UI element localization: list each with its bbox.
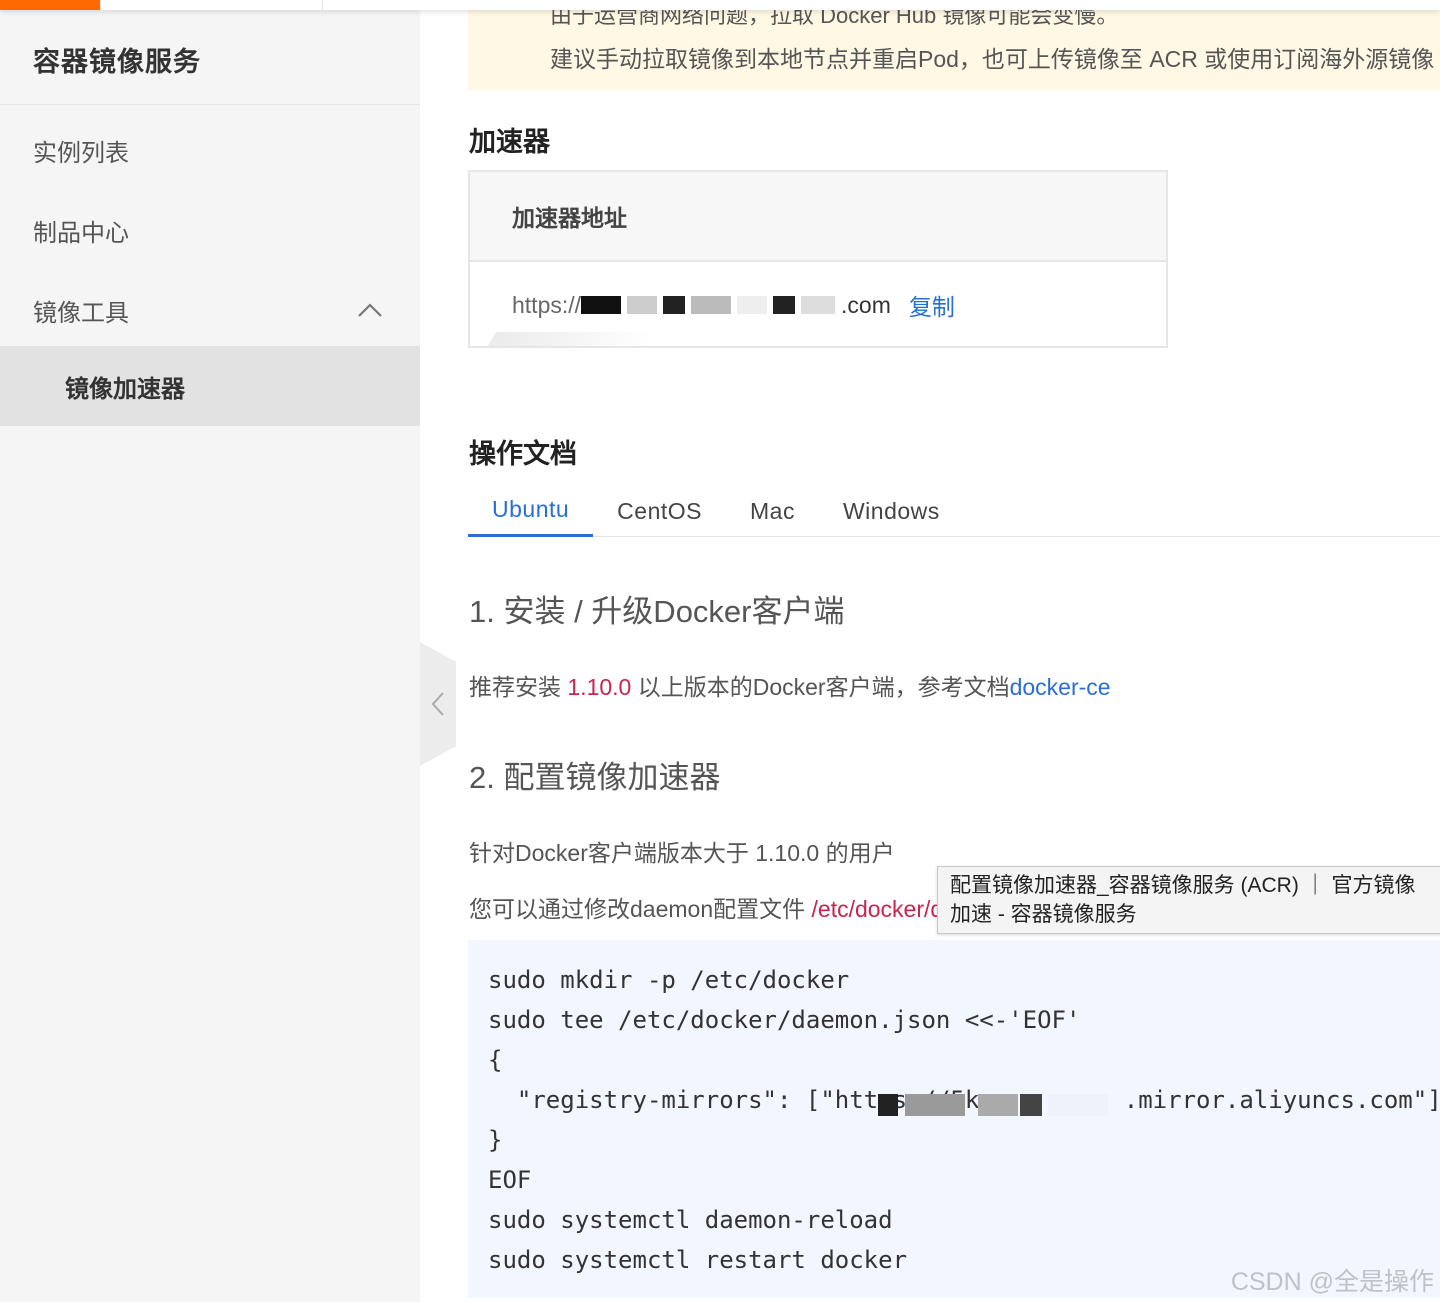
nav-separator	[100, 0, 101, 10]
tooltip-line: 加速 - 容器镜像服务	[950, 903, 1137, 926]
tab-centos[interactable]: CentOS	[593, 485, 726, 537]
sidebar-title: 容器镜像服务	[33, 47, 201, 77]
tooltip-line: 配置镜像加速器_容器镜像服务 (ACR) ｜ 官方镜像	[950, 874, 1416, 897]
code-line: sudo systemctl restart docker	[488, 1246, 908, 1274]
code-line: }	[488, 1126, 503, 1154]
top-navigation-strip	[0, 0, 1440, 10]
step2-text: 您可以通过修改daemon配置文件	[469, 896, 812, 922]
url-suffix: .com	[841, 291, 891, 318]
sidebar-item-artifact-center[interactable]: 制品中心	[0, 190, 420, 270]
tooltip: 配置镜像加速器_容器镜像服务 (ACR) ｜ 官方镜像 加速 - 容器镜像服务	[937, 866, 1440, 934]
accelerator-heading: 加速器	[469, 127, 550, 157]
redacted-mask	[1048, 1094, 1108, 1116]
sidebar: 容器镜像服务 实例列表 制品中心 镜像工具 镜像加速器	[0, 0, 420, 1302]
redacted-mask	[978, 1094, 1018, 1116]
os-tabs: Ubuntu CentOS Mac Windows	[468, 485, 1440, 537]
version-highlight: 1.10.0	[567, 674, 632, 700]
sidebar-item-image-tools[interactable]: 镜像工具	[0, 270, 420, 350]
step1-text: 推荐安装	[469, 674, 568, 700]
sidebar-item-label: 制品中心	[33, 219, 129, 247]
code-content: sudo mkdir -p /etc/docker sudo tee /etc/…	[488, 960, 1440, 1280]
chevron-up-icon[interactable]	[350, 290, 390, 330]
tab-mac[interactable]: Mac	[726, 485, 819, 537]
sidebar-item-label: 镜像加速器	[65, 375, 185, 403]
step2-text: 针对Docker客户端版本大于 1.10.0 的用户	[469, 840, 895, 866]
redacted-mask	[1020, 1094, 1042, 1116]
accelerator-table: 加速器地址 https:// .com 复制	[468, 170, 1168, 348]
redacted-mask	[905, 1094, 965, 1116]
step1-title: 1. 安装 / 升级Docker客户端	[469, 594, 845, 629]
redacted-mask	[581, 296, 622, 314]
sidebar-item-instance-list[interactable]: 实例列表	[0, 110, 420, 190]
sidebar-item-label: 实例列表	[33, 139, 129, 167]
redacted-mask	[737, 296, 768, 314]
redaction-smear	[487, 332, 657, 346]
table-header: 加速器地址	[470, 172, 1166, 262]
brand-accent-bar	[0, 0, 100, 10]
code-line: sudo tee /etc/docker/daemon.json <<-'EOF…	[488, 1006, 1081, 1034]
code-line: {	[488, 1046, 503, 1074]
redacted-mask	[663, 296, 686, 314]
tab-ubuntu[interactable]: Ubuntu	[468, 485, 594, 537]
notice-banner: 由于运营商网络问题，拉取 Docker Hub 镜像可能会变慢。 建议手动拉取镜…	[468, 0, 1440, 90]
docs-heading: 操作文档	[469, 439, 577, 469]
step1-text: 以上版本的Docker客户端，参考文档	[631, 674, 1010, 700]
code-line: sudo mkdir -p /etc/docker	[488, 966, 850, 994]
redacted-mask	[773, 296, 796, 314]
sidebar-item-label: 镜像工具	[33, 299, 129, 327]
chevron-left-icon	[431, 692, 444, 716]
redacted-mask	[691, 296, 732, 314]
watermark: CSDN @全是操作	[1230, 1268, 1434, 1296]
redacted-mask	[878, 1094, 898, 1116]
tab-windows[interactable]: Windows	[819, 485, 964, 537]
sidebar-collapse-button[interactable]	[420, 642, 456, 766]
step2-title: 2. 配置镜像加速器	[469, 760, 721, 795]
code-block[interactable]: sudo mkdir -p /etc/docker sudo tee /etc/…	[468, 940, 1440, 1298]
accelerator-url[interactable]: https:// .com	[512, 292, 891, 319]
docker-ce-link[interactable]: docker-ce	[1010, 674, 1111, 700]
notice-text: 建议手动拉取镜像到本地节点并重启Pod，也可上传镜像至 ACR 或使用订阅海外源…	[550, 46, 1435, 72]
url-prefix: https://	[512, 291, 582, 318]
code-line: EOF	[488, 1166, 532, 1194]
nav-separator	[322, 0, 323, 10]
redacted-mask	[801, 296, 836, 314]
sidebar-divider	[0, 104, 420, 105]
sidebar-item-image-accelerator[interactable]: 镜像加速器	[0, 346, 420, 426]
step1-paragraph: 推荐安装 1.10.0 以上版本的Docker客户端，参考文档docker-ce	[469, 668, 1111, 702]
code-line: sudo systemctl daemon-reload	[488, 1206, 893, 1234]
table-row: https:// .com 复制	[470, 262, 1166, 348]
redacted-mask	[627, 296, 658, 314]
copy-button[interactable]: 复制	[909, 288, 955, 322]
